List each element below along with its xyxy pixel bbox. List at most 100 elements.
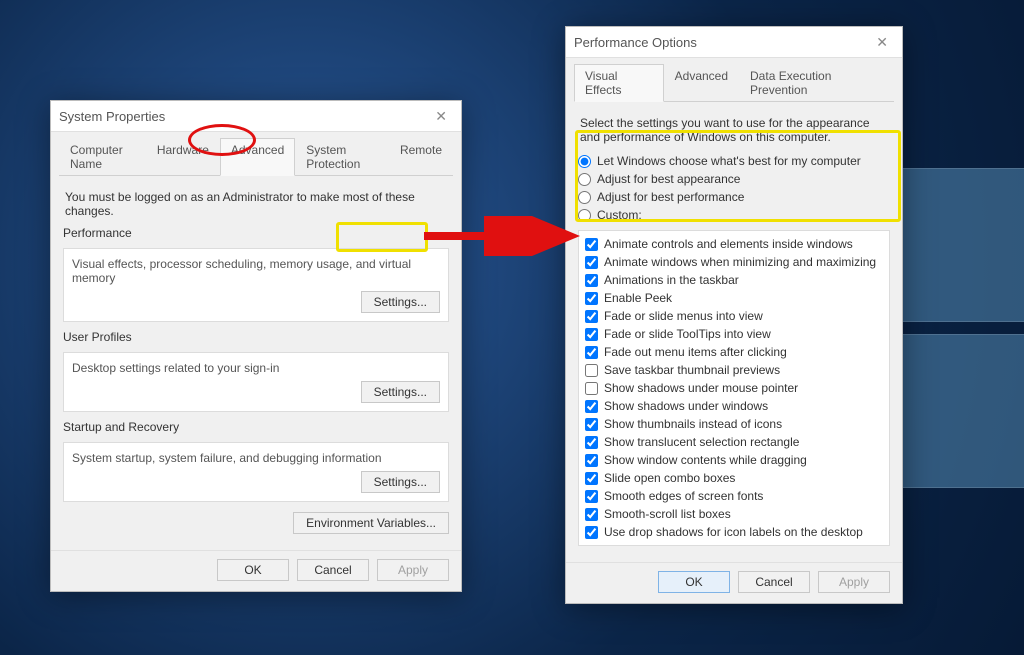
group-desc: System startup, system failure, and debu… bbox=[72, 451, 440, 465]
checkbox-input[interactable] bbox=[585, 526, 598, 539]
tab-row: Visual EffectsAdvancedData Execution Pre… bbox=[574, 64, 894, 102]
checkbox-input[interactable] bbox=[585, 508, 598, 521]
radio-label: Adjust for best appearance bbox=[597, 170, 740, 188]
tab-row: Computer NameHardwareAdvancedSystem Prot… bbox=[59, 138, 453, 176]
environment-variables-button[interactable]: Environment Variables... bbox=[293, 512, 449, 534]
checkbox-input[interactable] bbox=[585, 364, 598, 377]
tab-advanced[interactable]: Advanced bbox=[664, 64, 739, 101]
group-title-startup: Startup and Recovery bbox=[63, 420, 449, 434]
checkbox-input[interactable] bbox=[585, 436, 598, 449]
dialog-titlebar[interactable]: System Properties ✕ bbox=[51, 101, 461, 132]
radio-input[interactable] bbox=[578, 209, 591, 222]
close-icon[interactable]: ✕ bbox=[429, 106, 453, 127]
checkbox-label: Use drop shadows for icon labels on the … bbox=[604, 523, 863, 541]
apply-button[interactable]: Apply bbox=[818, 571, 890, 593]
dialog-title: System Properties bbox=[59, 109, 165, 124]
tab-advanced[interactable]: Advanced bbox=[220, 138, 295, 176]
dialog-button-bar: OK Cancel Apply bbox=[51, 550, 461, 591]
checkbox-option[interactable]: Fade or slide menus into view bbox=[585, 307, 883, 325]
radio-option[interactable]: Adjust for best appearance bbox=[578, 170, 890, 188]
tab-remote[interactable]: Remote bbox=[389, 138, 453, 175]
checkbox-input[interactable] bbox=[585, 256, 598, 269]
apply-button[interactable]: Apply bbox=[377, 559, 449, 581]
checkbox-option[interactable]: Slide open combo boxes bbox=[585, 469, 883, 487]
tab-data-execution-prevention[interactable]: Data Execution Prevention bbox=[739, 64, 894, 101]
checkbox-input[interactable] bbox=[585, 310, 598, 323]
checkbox-option[interactable]: Show window contents while dragging bbox=[585, 451, 883, 469]
checkbox-label: Animate controls and elements inside win… bbox=[604, 235, 853, 253]
ok-button[interactable]: OK bbox=[217, 559, 289, 581]
admin-note: You must be logged on as an Administrato… bbox=[65, 190, 447, 218]
checkbox-label: Enable Peek bbox=[604, 289, 672, 307]
radio-input[interactable] bbox=[578, 173, 591, 186]
checkbox-input[interactable] bbox=[585, 274, 598, 287]
checkbox-option[interactable]: Show translucent selection rectangle bbox=[585, 433, 883, 451]
performance-options-dialog: Performance Options ✕ Visual EffectsAdva… bbox=[565, 26, 903, 604]
checkbox-option[interactable]: Enable Peek bbox=[585, 289, 883, 307]
dialog-title: Performance Options bbox=[574, 35, 697, 50]
checkbox-option[interactable]: Save taskbar thumbnail previews bbox=[585, 361, 883, 379]
radio-option[interactable]: Let Windows choose what's best for my co… bbox=[578, 152, 890, 170]
tab-hardware[interactable]: Hardware bbox=[146, 138, 220, 175]
checkbox-input[interactable] bbox=[585, 238, 598, 251]
checkbox-label: Save taskbar thumbnail previews bbox=[604, 361, 780, 379]
checkbox-label: Show thumbnails instead of icons bbox=[604, 415, 782, 433]
checkbox-input[interactable] bbox=[585, 292, 598, 305]
checkbox-input[interactable] bbox=[585, 346, 598, 359]
checkbox-label: Show translucent selection rectangle bbox=[604, 433, 799, 451]
checkbox-option[interactable]: Animate controls and elements inside win… bbox=[585, 235, 883, 253]
group-profiles: Desktop settings related to your sign-in… bbox=[63, 352, 449, 412]
dialog-button-bar: OK Cancel Apply bbox=[566, 562, 902, 603]
checkbox-label: Show shadows under windows bbox=[604, 397, 768, 415]
radio-label: Let Windows choose what's best for my co… bbox=[597, 152, 861, 170]
checkbox-option[interactable]: Smooth edges of screen fonts bbox=[585, 487, 883, 505]
radio-input[interactable] bbox=[578, 191, 591, 204]
close-icon[interactable]: ✕ bbox=[870, 32, 894, 53]
group-performance: Visual effects, processor scheduling, me… bbox=[63, 248, 449, 322]
radio-option[interactable]: Custom: bbox=[578, 206, 890, 224]
cancel-button[interactable]: Cancel bbox=[738, 571, 810, 593]
checkbox-option[interactable]: Animate windows when minimizing and maxi… bbox=[585, 253, 883, 271]
visual-effects-list: Animate controls and elements inside win… bbox=[578, 230, 890, 546]
checkbox-label: Animate windows when minimizing and maxi… bbox=[604, 253, 876, 271]
radio-input[interactable] bbox=[578, 155, 591, 168]
radio-label: Custom: bbox=[597, 206, 642, 224]
tab-system-protection[interactable]: System Protection bbox=[295, 138, 389, 175]
checkbox-label: Animations in the taskbar bbox=[604, 271, 739, 289]
checkbox-option[interactable]: Show shadows under mouse pointer bbox=[585, 379, 883, 397]
checkbox-label: Show window contents while dragging bbox=[604, 451, 807, 469]
dialog-titlebar[interactable]: Performance Options ✕ bbox=[566, 27, 902, 58]
profiles-settings-button[interactable]: Settings... bbox=[361, 381, 440, 403]
checkbox-option[interactable]: Fade or slide ToolTips into view bbox=[585, 325, 883, 343]
checkbox-option[interactable]: Show shadows under windows bbox=[585, 397, 883, 415]
checkbox-option[interactable]: Show thumbnails instead of icons bbox=[585, 415, 883, 433]
radio-group: Let Windows choose what's best for my co… bbox=[578, 152, 890, 224]
checkbox-input[interactable] bbox=[585, 490, 598, 503]
checkbox-input[interactable] bbox=[585, 472, 598, 485]
checkbox-label: Smooth edges of screen fonts bbox=[604, 487, 763, 505]
radio-option[interactable]: Adjust for best performance bbox=[578, 188, 890, 206]
group-title-performance: Performance bbox=[63, 226, 449, 240]
checkbox-label: Show shadows under mouse pointer bbox=[604, 379, 798, 397]
checkbox-option[interactable]: Smooth-scroll list boxes bbox=[585, 505, 883, 523]
checkbox-option[interactable]: Use drop shadows for icon labels on the … bbox=[585, 523, 883, 541]
startup-settings-button[interactable]: Settings... bbox=[361, 471, 440, 493]
cancel-button[interactable]: Cancel bbox=[297, 559, 369, 581]
group-desc: Desktop settings related to your sign-in bbox=[72, 361, 440, 375]
checkbox-input[interactable] bbox=[585, 418, 598, 431]
radio-label: Adjust for best performance bbox=[597, 188, 744, 206]
checkbox-input[interactable] bbox=[585, 400, 598, 413]
group-desc: Visual effects, processor scheduling, me… bbox=[72, 257, 440, 285]
checkbox-input[interactable] bbox=[585, 328, 598, 341]
performance-settings-button[interactable]: Settings... bbox=[361, 291, 440, 313]
tab-visual-effects[interactable]: Visual Effects bbox=[574, 64, 664, 102]
checkbox-label: Slide open combo boxes bbox=[604, 469, 735, 487]
checkbox-input[interactable] bbox=[585, 382, 598, 395]
checkbox-input[interactable] bbox=[585, 454, 598, 467]
ok-button[interactable]: OK bbox=[658, 571, 730, 593]
tab-computer-name[interactable]: Computer Name bbox=[59, 138, 146, 175]
checkbox-option[interactable]: Fade out menu items after clicking bbox=[585, 343, 883, 361]
checkbox-label: Fade out menu items after clicking bbox=[604, 343, 787, 361]
checkbox-label: Fade or slide ToolTips into view bbox=[604, 325, 771, 343]
checkbox-option[interactable]: Animations in the taskbar bbox=[585, 271, 883, 289]
